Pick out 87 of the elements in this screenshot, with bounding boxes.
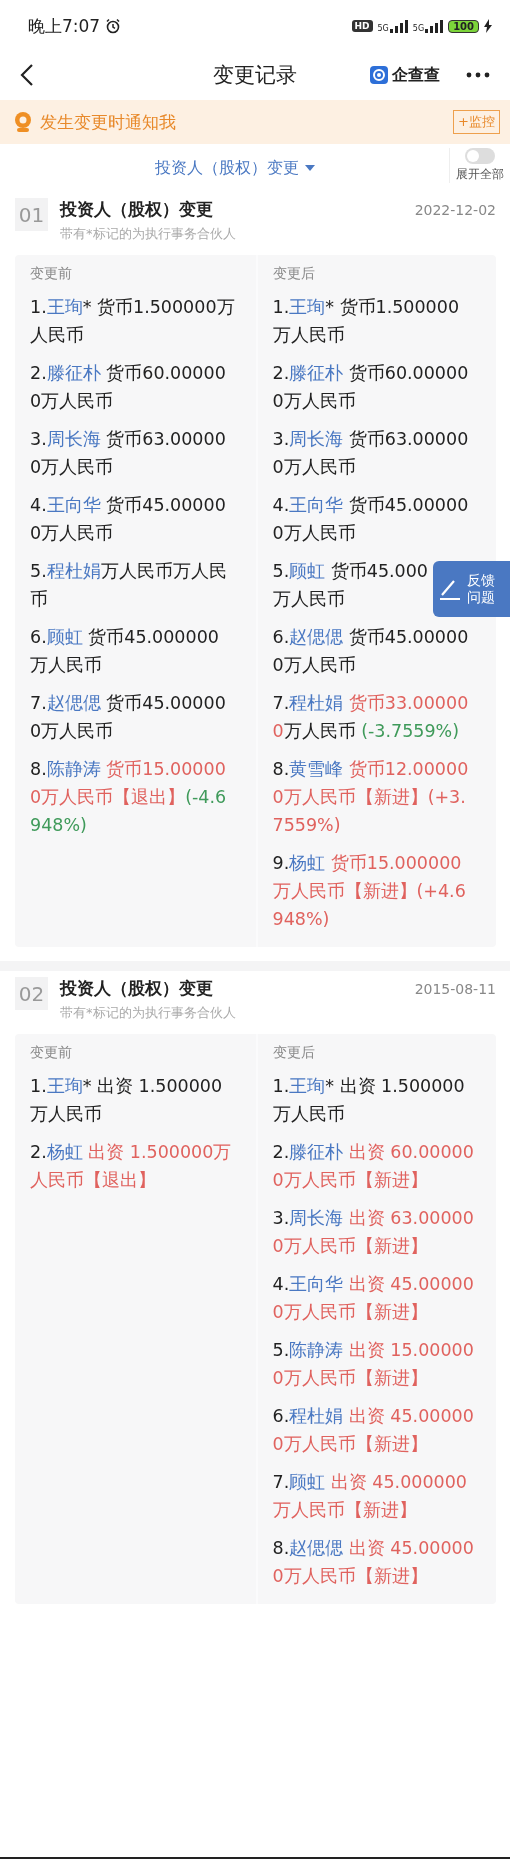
network-label: 5G [412, 23, 425, 33]
filter-dropdown[interactable]: 投资人（股权）变更 [155, 157, 315, 179]
alarm-icon [105, 18, 122, 34]
shareholder-entry: 4.王向华 货币45.000000万人民币 [30, 494, 227, 545]
shareholder-entry: 7.赵偲偲 货币45.000000万人民币 [30, 692, 227, 743]
shareholder-entry: 8.陈静涛 货币15.000000万人民币【退出】(-4.6948%) [30, 758, 228, 837]
notify-text: 发生变更时通知我 [40, 110, 177, 134]
shareholder-entry: 7.顾虹 出资 45.000000万人民币【新进】 [272, 1471, 468, 1522]
record-note: 带有*标记的为执行事务合伙人 [60, 1004, 237, 1022]
person-link[interactable]: 周长海 [289, 1208, 344, 1228]
shareholder-entry: 3.周长海 出资 63.000000万人民币【新进】 [272, 1207, 475, 1258]
record-date: 2022-12-02 [414, 201, 496, 218]
record-date: 2015-08-11 [414, 980, 496, 997]
record-title: 投资人（股权）变更 [60, 198, 213, 221]
edit-icon [439, 578, 461, 600]
brand-logo-icon [370, 66, 388, 84]
person-link[interactable]: 王向华 [46, 495, 101, 515]
shareholder-entry: 2.杨虹 出资 1.500000万人民币【退出】 [30, 1141, 233, 1192]
shareholder-entry: 6.程杜娟 出资 45.000000万人民币【新进】 [272, 1405, 475, 1456]
shareholder-entry: 5.陈静涛 出资 15.000000万人民币【新进】 [272, 1339, 475, 1390]
back-icon[interactable] [20, 63, 34, 87]
column-heading: 变更后 [272, 1044, 316, 1062]
page-title: 变更记录 [213, 62, 297, 89]
expand-toggle[interactable] [465, 148, 495, 164]
battery-level: 100 [448, 19, 479, 33]
shareholder-entry: 4.王向华 出资 45.000000万人民币【新进】 [272, 1273, 475, 1324]
person-link[interactable]: 王向华 [289, 1274, 344, 1294]
person-link[interactable]: 滕征朴 [289, 363, 344, 383]
shareholder-entry: 6.顾虹 货币45.000000万人民币 [30, 626, 220, 677]
shareholder-entry: 9.杨虹 货币15.000000万人民币【新进】(+4.6948%) [272, 852, 467, 931]
shareholder-entry: 2.滕征朴 货币60.000000万人民币 [30, 362, 227, 413]
shareholder-entry: 2.滕征朴 货币60.000000万人民币 [272, 362, 470, 413]
shareholder-entry: 8.黄雪峰 货币12.000000万人民币【新进】(+3.7559%) [272, 758, 470, 837]
person-link[interactable]: 黄雪峰 [289, 759, 344, 779]
column-heading: 变更前 [30, 265, 73, 283]
status-time: 晚上7:07 [28, 14, 101, 38]
caret-icon [305, 165, 315, 171]
shareholder-entry: 5.程杜娟万人民币万人民币 [30, 560, 228, 611]
signal-icon [389, 19, 408, 33]
person-link[interactable]: 赵偲偲 [289, 627, 344, 647]
monitor-button[interactable]: +监控 [453, 110, 500, 134]
shareholder-entry: 6.赵偲偲 货币45.000000万人民币 [272, 626, 470, 677]
person-link[interactable]: 赵偲偲 [289, 1538, 344, 1558]
shareholder-entry: 1.王珣* 货币1.500000万人民币 [30, 296, 236, 347]
feedback-button[interactable]: 反馈问题 [433, 561, 510, 617]
person-link[interactable]: 杨虹 [46, 1142, 83, 1162]
expand-label: 展开全部 [456, 166, 504, 183]
shareholder-entry: 3.周长海 货币63.000000万人民币 [30, 428, 227, 479]
person-link[interactable]: 陈静涛 [289, 1340, 344, 1360]
person-link[interactable]: 程杜娟 [46, 561, 101, 581]
person-link[interactable]: 周长海 [46, 429, 101, 449]
person-link[interactable]: 王珣 [46, 297, 83, 317]
person-link[interactable]: 顾虹 [289, 1472, 326, 1492]
person-link[interactable]: 滕征朴 [46, 363, 101, 383]
person-link[interactable]: 程杜娟 [289, 1406, 344, 1426]
record-number: 01 [15, 198, 48, 231]
person-link[interactable]: 周长海 [289, 429, 344, 449]
person-link[interactable]: 滕征朴 [289, 1142, 344, 1162]
person-link[interactable]: 陈静涛 [46, 759, 101, 779]
person-link[interactable]: 杨虹 [289, 853, 326, 873]
network-label: 5G [377, 23, 389, 33]
more-icon[interactable] [466, 72, 490, 78]
person-link[interactable]: 程杜娟 [289, 693, 344, 713]
record-title: 投资人（股权）变更 [60, 977, 213, 1000]
record-note: 带有*标记的为执行事务合伙人 [60, 225, 237, 243]
person-link[interactable]: 赵偲偲 [46, 693, 101, 713]
person-link[interactable]: 王珣 [289, 1076, 326, 1096]
person-link[interactable]: 王向华 [289, 495, 344, 515]
shareholder-entry: 2.滕征朴 出资 60.000000万人民币【新进】 [272, 1141, 475, 1192]
column-heading: 变更前 [30, 1044, 73, 1062]
person-link[interactable]: 王珣 [46, 1076, 83, 1096]
person-link[interactable]: 顾虹 [289, 561, 326, 581]
shareholder-entry: 4.王向华 货币45.000000万人民币 [272, 494, 470, 545]
brand-name: 企查查 [392, 64, 440, 86]
shareholder-entry: 1.王珣* 出资 1.500000万人民币 [30, 1075, 224, 1126]
shareholder-entry: 7.程杜娟 货币33.000000万人民币 (-3.7559%) [272, 692, 470, 743]
person-link[interactable]: 顾虹 [46, 627, 83, 647]
shareholder-entry: 1.王珣* 货币1.500000万人民币 [272, 296, 461, 347]
record-number: 02 [15, 977, 48, 1010]
shareholder-entry: 8.赵偲偲 出资 45.000000万人民币【新进】 [272, 1537, 475, 1588]
column-heading: 变更后 [272, 265, 316, 283]
person-link[interactable]: 王珣 [289, 297, 326, 317]
camera-icon [14, 112, 32, 132]
shareholder-entry: 3.周长海 货币63.000000万人民币 [272, 428, 470, 479]
hd-badge: HD [351, 20, 373, 32]
signal-icon [425, 19, 444, 33]
shareholder-entry: 1.王珣* 出资 1.500000万人民币 [272, 1075, 466, 1126]
